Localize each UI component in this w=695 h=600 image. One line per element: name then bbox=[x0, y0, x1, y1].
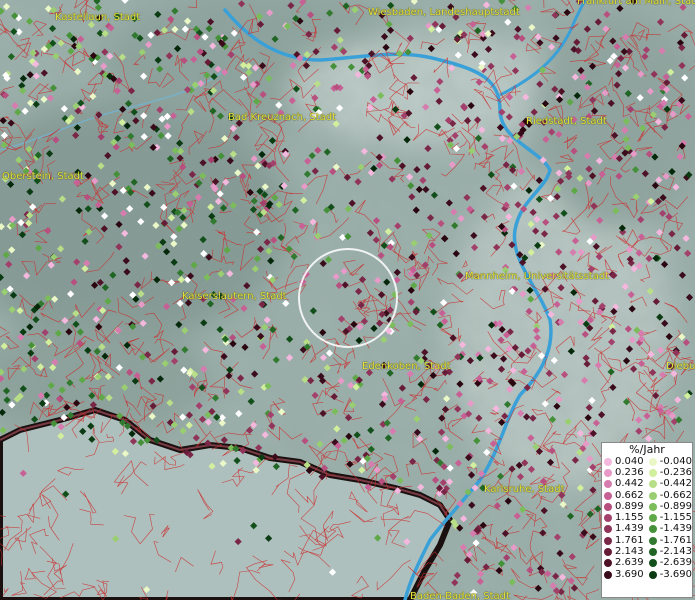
legend-entry: -3.690 bbox=[647, 568, 692, 580]
map-view[interactable]: Kastellaun, Stadt Wiesbaden, Landeshaupts… bbox=[0, 0, 695, 600]
legend-row: 2.639 -2.639 bbox=[602, 558, 692, 569]
city-label: Mannheim, Universitätsstadt bbox=[465, 271, 610, 282]
city-label: Bad Kreuznach, Stadt bbox=[228, 112, 337, 123]
legend-entry: -1.155 bbox=[647, 513, 692, 523]
legend-swatch bbox=[604, 514, 612, 523]
legend: %/Jahr 0.040 -0.040 0.236 -0.236 0.442 -0.442… bbox=[601, 442, 693, 598]
legend-entry: 0.899 bbox=[602, 500, 647, 512]
city-label: Kaiserslautern, Stadt bbox=[182, 291, 287, 302]
legend-value: 1.761 bbox=[615, 534, 644, 546]
legend-row: 1.439 -1.439 bbox=[602, 524, 692, 535]
legend-swatch bbox=[648, 514, 657, 523]
legend-value: -1.155 bbox=[659, 512, 692, 524]
legend-entry: -2.143 bbox=[647, 547, 692, 557]
city-label: Riedstadt, Stadt bbox=[526, 116, 607, 127]
legend-swatch bbox=[604, 570, 612, 579]
legend-swatch bbox=[604, 468, 612, 477]
legend-swatch bbox=[604, 480, 612, 489]
legend-entry: -0.662 bbox=[647, 489, 692, 501]
legend-row: 0.442 -0.442 bbox=[602, 479, 692, 490]
legend-swatch bbox=[604, 525, 612, 534]
legend-entry: -2.639 bbox=[647, 558, 692, 568]
legend-swatch bbox=[648, 570, 657, 579]
city-label: Frankfurt am Main, Stadt bbox=[577, 0, 695, 7]
legend-row: 3.690 -3.690 bbox=[602, 569, 692, 580]
legend-swatch bbox=[648, 536, 657, 545]
legend-entry: -0.236 bbox=[647, 466, 692, 478]
city-label: Oberstein, Stadt bbox=[2, 171, 84, 182]
legend-swatch bbox=[648, 502, 657, 511]
legend-value: 0.442 bbox=[615, 478, 644, 490]
legend-swatch bbox=[648, 468, 657, 477]
legend-entry: -0.899 bbox=[647, 500, 692, 512]
legend-rows: 0.040 -0.040 0.236 -0.236 0.442 -0.442 0.662 -0… bbox=[602, 456, 692, 580]
legend-swatch bbox=[648, 525, 657, 534]
legend-row: 0.662 -0.662 bbox=[602, 490, 692, 501]
legend-entry: 1.155 bbox=[602, 513, 647, 523]
legend-swatch bbox=[604, 559, 612, 568]
legend-value: 2.639 bbox=[615, 557, 644, 569]
legend-value: -2.143 bbox=[659, 546, 692, 558]
legend-swatch bbox=[604, 491, 612, 500]
legend-entry: 0.442 bbox=[602, 479, 647, 489]
city-label: Baden-Baden, Stadt bbox=[410, 591, 510, 600]
legend-entry: 0.040 bbox=[602, 455, 647, 467]
legend-value: -0.442 bbox=[659, 478, 692, 490]
city-label: Edenkoben, Stadt bbox=[362, 361, 451, 372]
legend-value: -0.662 bbox=[659, 489, 692, 501]
legend-value: 2.143 bbox=[615, 546, 644, 558]
legend-value: 0.040 bbox=[615, 455, 644, 467]
legend-value: -1.439 bbox=[659, 523, 692, 535]
legend-row: 0.899 -0.899 bbox=[602, 501, 692, 512]
legend-swatch bbox=[604, 536, 612, 545]
legend-title: %/Jahr bbox=[629, 443, 665, 456]
legend-row: 2.143 -2.143 bbox=[602, 546, 692, 557]
legend-swatch bbox=[648, 480, 657, 489]
legend-value: 3.690 bbox=[615, 568, 644, 580]
legend-entry: -0.442 bbox=[647, 479, 692, 489]
legend-swatch bbox=[648, 457, 657, 466]
legend-swatch bbox=[604, 548, 612, 557]
legend-value: -1.761 bbox=[659, 534, 692, 546]
city-label: Wiesbaden, Landeshauptstadt bbox=[368, 7, 520, 18]
legend-swatch bbox=[604, 457, 612, 466]
legend-value: -2.639 bbox=[659, 557, 692, 569]
legend-value: 0.662 bbox=[615, 489, 644, 501]
legend-value: -0.899 bbox=[659, 500, 692, 512]
legend-swatch bbox=[648, 548, 657, 557]
legend-entry: 1.439 bbox=[602, 524, 647, 534]
legend-swatch bbox=[648, 559, 657, 568]
legend-value: 0.899 bbox=[615, 500, 644, 512]
legend-entry: 2.143 bbox=[602, 547, 647, 557]
legend-row: 0.040 -0.040 bbox=[602, 456, 692, 467]
city-label: Kastellaun, Stadt bbox=[55, 12, 141, 23]
city-label: Karlsruhe, Stadt bbox=[484, 484, 565, 495]
legend-row: 0.236 -0.236 bbox=[602, 467, 692, 478]
legend-value: -3.690 bbox=[659, 568, 692, 580]
legend-value: -0.040 bbox=[659, 455, 692, 467]
legend-entry: 3.690 bbox=[602, 568, 647, 580]
legend-entry: 1.761 bbox=[602, 534, 647, 546]
legend-entry: -0.040 bbox=[647, 455, 692, 467]
legend-swatch bbox=[648, 491, 657, 500]
legend-value: 1.155 bbox=[615, 512, 644, 524]
city-label: Dieburg bbox=[666, 361, 695, 372]
legend-value: -0.236 bbox=[659, 466, 692, 478]
legend-swatch bbox=[604, 502, 612, 511]
legend-entry: -1.761 bbox=[647, 534, 692, 546]
legend-entry: 2.639 bbox=[602, 558, 647, 568]
legend-row: 1.155 -1.155 bbox=[602, 512, 692, 523]
terrain-layer bbox=[0, 0, 695, 600]
legend-value: 0.236 bbox=[615, 466, 644, 478]
legend-row: 1.761 -1.761 bbox=[602, 535, 692, 546]
legend-entry: 0.662 bbox=[602, 489, 647, 501]
legend-entry: 0.236 bbox=[602, 466, 647, 478]
legend-entry: -1.439 bbox=[647, 524, 692, 534]
legend-value: 1.439 bbox=[615, 523, 644, 535]
